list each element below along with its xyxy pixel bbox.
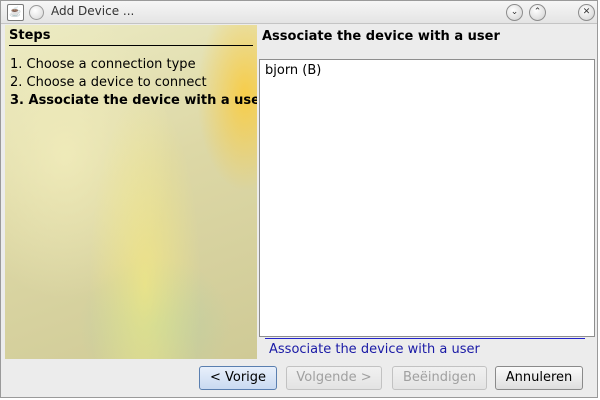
step-2: 2. Choose a device to connect xyxy=(10,75,207,90)
chevron-down-icon: ⌄ xyxy=(510,7,519,17)
add-device-dialog: ☕ Add Device ... ⌄ ⌃ ✕ Steps 1. Choose a… xyxy=(0,0,598,398)
content-title: Associate the device with a user xyxy=(262,29,500,44)
user-list[interactable]: bjorn (B) xyxy=(259,59,595,337)
back-button[interactable]: < Vorige xyxy=(199,366,277,390)
maximize-button[interactable]: ⌃ xyxy=(529,4,546,21)
hint-text: Associate the device with a user xyxy=(269,342,480,357)
window-menu-button[interactable] xyxy=(29,5,44,20)
java-app-icon: ☕ xyxy=(7,4,24,21)
steps-list: 1. Choose a connection type 2. Choose a … xyxy=(10,56,257,110)
cancel-button[interactable]: Annuleren xyxy=(495,366,583,390)
chevron-up-icon: ⌃ xyxy=(533,7,542,17)
steps-title: Steps xyxy=(9,28,253,46)
title-bar[interactable]: ☕ Add Device ... ⌄ ⌃ ✕ xyxy=(1,1,597,24)
step-1: 1. Choose a connection type xyxy=(10,57,196,72)
list-item-user[interactable]: bjorn (B) xyxy=(265,63,321,78)
close-button[interactable]: ✕ xyxy=(578,4,595,21)
close-icon: ✕ xyxy=(582,7,591,17)
window-title: Add Device ... xyxy=(51,4,135,18)
step-3-current: 3. Associate the device with a user xyxy=(10,93,257,108)
steps-panel: Steps 1. Choose a connection type 2. Cho… xyxy=(5,25,257,359)
minimize-button[interactable]: ⌄ xyxy=(506,4,523,21)
hint-separator: Associate the device with a user xyxy=(265,338,585,357)
next-button[interactable]: Volgende > xyxy=(286,366,382,390)
finish-button[interactable]: Beëindigen xyxy=(392,366,487,390)
